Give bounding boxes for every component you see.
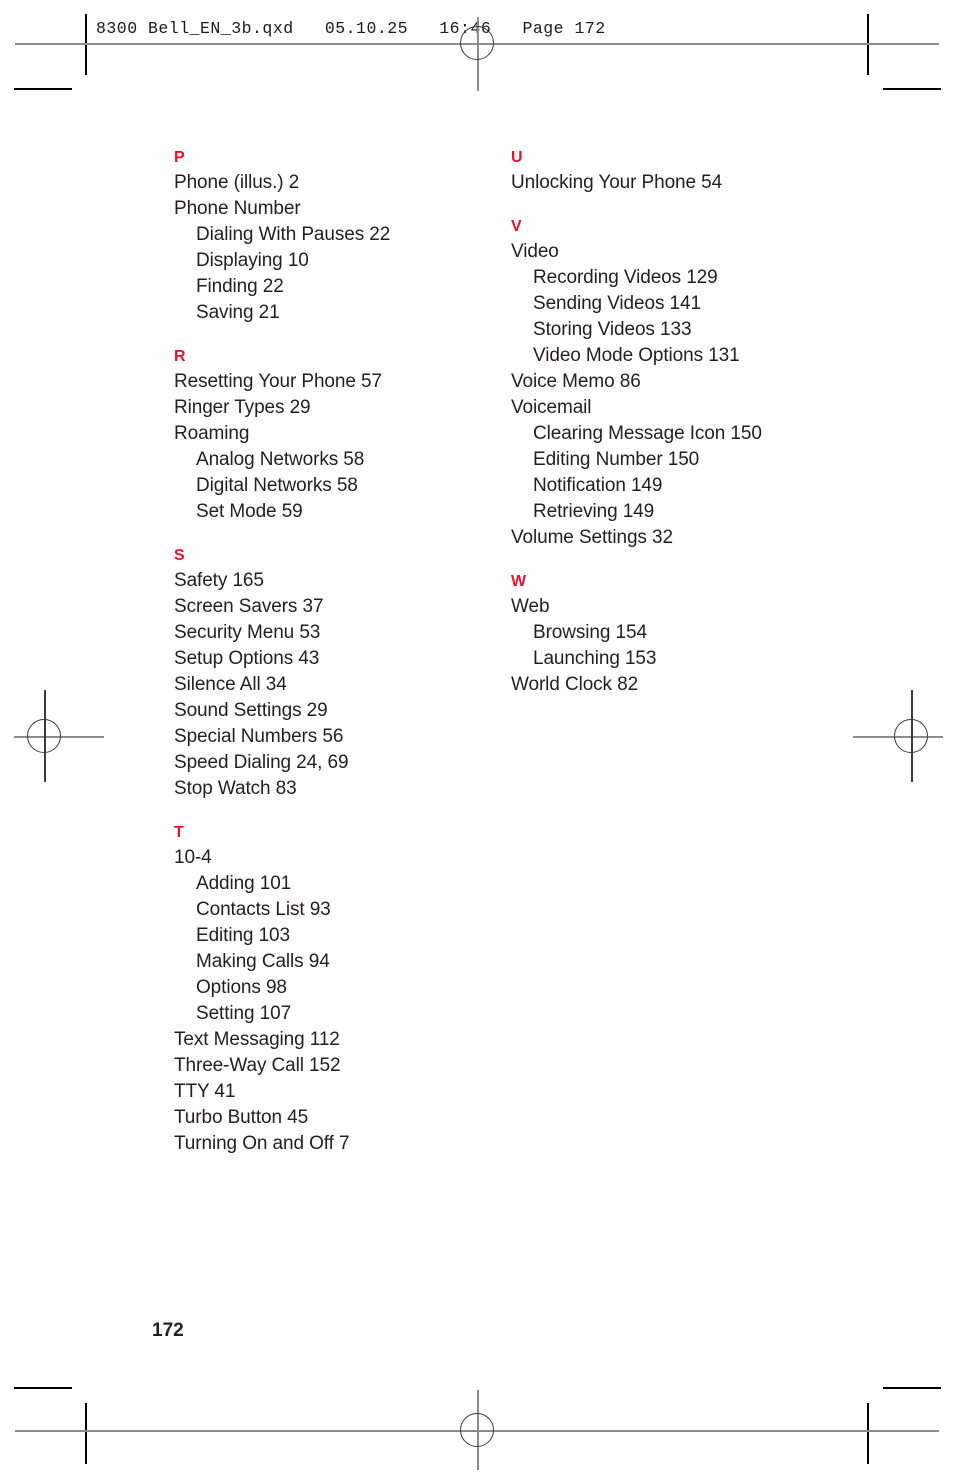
index-entry: Stop Watch 83 <box>174 778 297 799</box>
index-subentry: Options 98 <box>196 977 287 998</box>
index-section-t: T 10-4 Adding 101 Contacts List 93 Editing 1… <box>174 823 504 1157</box>
index-section-letter: U <box>511 149 523 166</box>
index-section-letter: S <box>174 547 185 564</box>
index-section-letter: T <box>174 824 184 841</box>
index-section-letter: W <box>511 573 527 590</box>
printed-page: 8300 Bell_EN_3b.qxd 05.10.25 16:46 Page … <box>0 0 954 1475</box>
registration-mark-circle <box>27 719 61 753</box>
index-subentry: Sending Videos 141 <box>533 293 701 314</box>
print-slug-line: 8300 Bell_EN_3b.qxd 05.10.25 16:46 Page … <box>96 19 606 38</box>
index-entry: Screen Savers 37 <box>174 596 324 617</box>
crop-mark-bottom-left-vertical <box>85 1403 87 1464</box>
index-entry: Setup Options 43 <box>174 648 320 669</box>
crop-mark-top-right-horizontal <box>883 88 941 90</box>
index-section-letter: V <box>511 218 522 235</box>
index-entry: TTY 41 <box>174 1081 236 1102</box>
index-entry: Video <box>511 241 559 262</box>
index-entry: Volume Settings 32 <box>511 527 673 548</box>
index-column-left: P Phone (illus.) 2 Phone Number Dialing Wit… <box>174 148 504 1157</box>
crop-mark-bottom-right-vertical <box>867 1403 869 1464</box>
index-entry: Voice Memo 86 <box>511 371 641 392</box>
index-subentry: Set Mode 59 <box>196 501 303 522</box>
index-subentry: Editing Number 150 <box>533 449 700 470</box>
index-subentry: Digital Networks 58 <box>196 475 358 496</box>
crop-mark-bottom-left-horizontal <box>14 1387 72 1389</box>
index-entry: Voicemail <box>511 397 592 418</box>
index-subentry: Editing 103 <box>196 925 290 946</box>
index-entry: Roaming <box>174 423 250 444</box>
crop-mark-bottom-right-horizontal <box>883 1387 941 1389</box>
index-subentry: Setting 107 <box>196 1003 292 1024</box>
crop-mark-top-left-horizontal <box>14 88 72 90</box>
registration-mark-circle <box>460 1413 494 1447</box>
index-entry: Turbo Button 45 <box>174 1107 309 1128</box>
index-entry: Phone Number <box>174 198 301 219</box>
index-subentry: Clearing Message Icon 150 <box>533 423 762 444</box>
index-column-right: U Unlocking Your Phone 54 V Video Recording … <box>511 148 841 698</box>
index-entry: Web <box>511 596 550 617</box>
index-entry: 10-4 <box>174 847 212 868</box>
index-subentry: Video Mode Options 131 <box>533 345 740 366</box>
index-subentry: Saving 21 <box>196 302 280 323</box>
index-section-s: S Safety 165 Screen Savers 37 Security Menu… <box>174 546 504 802</box>
index-entry: Silence All 34 <box>174 674 287 695</box>
index-subentry: Dialing With Pauses 22 <box>196 224 391 245</box>
index-entry: Turning On and Off 7 <box>174 1133 350 1154</box>
index-entry: Phone (illus.) 2 <box>174 172 300 193</box>
index-entry: Text Messaging 112 <box>174 1029 340 1050</box>
index-entry: World Clock 82 <box>511 674 639 695</box>
index-subentry: Launching 153 <box>533 648 657 669</box>
index-entry: Speed Dialing 24, 69 <box>174 752 349 773</box>
index-entry: Resetting Your Phone 57 <box>174 371 382 392</box>
index-subentry: Recording Videos 129 <box>533 267 718 288</box>
index-section-v: V Video Recording Videos 129 Sending Videos… <box>511 217 841 551</box>
index-entry: Ringer Types 29 <box>174 397 311 418</box>
index-entry: Special Numbers 56 <box>174 726 344 747</box>
index-subentry: Retrieving 149 <box>533 501 655 522</box>
index-entry: Sound Settings 29 <box>174 700 328 721</box>
index-section-r: R Resetting Your Phone 57 Ringer Types 29 R… <box>174 347 504 525</box>
index-entry: Three-Way Call 152 <box>174 1055 341 1076</box>
registration-mark-circle <box>894 719 928 753</box>
index-subentry: Storing Videos 133 <box>533 319 692 340</box>
index-subentry: Displaying 10 <box>196 250 309 271</box>
index-subentry: Finding 22 <box>196 276 284 297</box>
index-subentry: Making Calls 94 <box>196 951 330 972</box>
index-section-letter: R <box>174 348 186 365</box>
index-entry: Security Menu 53 <box>174 622 321 643</box>
index-subentry: Contacts List 93 <box>196 899 331 920</box>
index-entry: Unlocking Your Phone 54 <box>511 172 723 193</box>
index-subentry: Notification 149 <box>533 475 663 496</box>
index-subentry: Browsing 154 <box>533 622 647 643</box>
index-section-p: P Phone (illus.) 2 Phone Number Dialing Wit… <box>174 148 504 326</box>
index-section-letter: P <box>174 149 185 166</box>
index-subentry: Analog Networks 58 <box>196 449 365 470</box>
page-number: 172 <box>152 1320 184 1341</box>
registration-mark-circle <box>460 26 494 60</box>
index-entry: Safety 165 <box>174 570 264 591</box>
index-section-w: W Web Browsing 154 Launching 153 World Clock… <box>511 572 841 698</box>
index-subentry: Adding 101 <box>196 873 292 894</box>
index-section-u: U Unlocking Your Phone 54 <box>511 148 841 196</box>
